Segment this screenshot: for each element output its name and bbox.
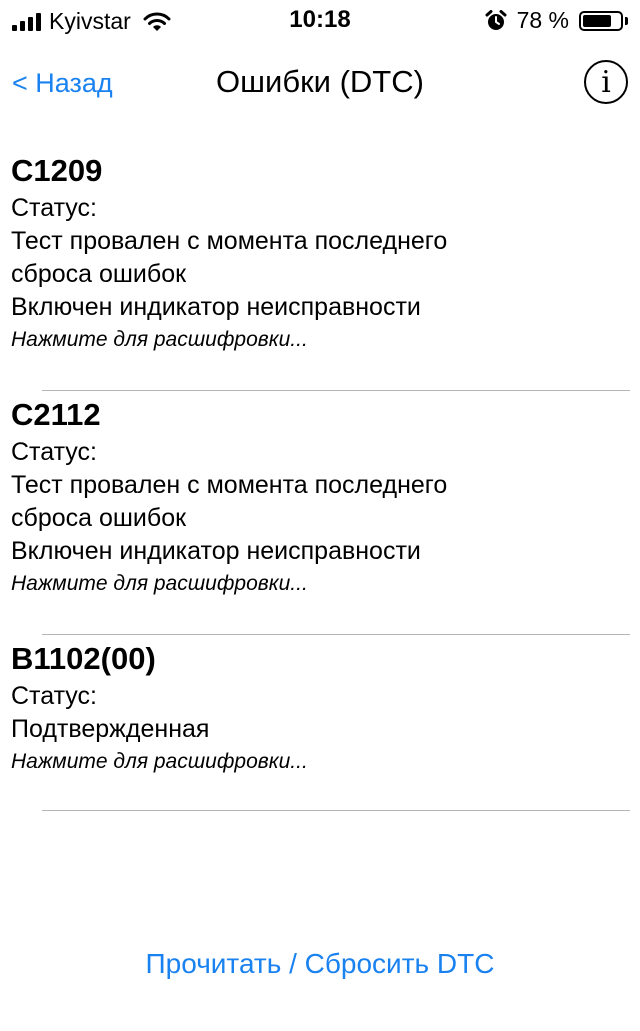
battery-icon bbox=[579, 10, 623, 31]
dtc-code: C1209 bbox=[11, 153, 103, 188]
dtc-item[interactable]: B1102(00) Статус: Подтвержденная Нажмите… bbox=[0, 638, 640, 811]
dtc-item[interactable]: C2112 Статус: Тест провален с момента по… bbox=[0, 394, 640, 635]
dtc-code: B1102(00) bbox=[11, 641, 156, 676]
dtc-status-line: Включен индикатор неисправности bbox=[11, 537, 421, 565]
dtc-status-label: Статус: bbox=[11, 682, 97, 710]
dtc-hint: Нажмите для расшифровки... bbox=[11, 750, 308, 773]
battery-cap bbox=[625, 16, 628, 25]
dtc-list: C1209 Статус: Тест провален с момента по… bbox=[0, 150, 640, 811]
dtc-status-line: Тест провален с момента последнего bbox=[11, 471, 448, 499]
dtc-status-line: сброса ошибок bbox=[11, 260, 187, 288]
page-title: Ошибки (DTC) bbox=[216, 64, 424, 99]
dtc-status-line: Подтвержденная bbox=[11, 715, 210, 743]
dtc-status-label: Статус: bbox=[11, 194, 97, 222]
navigation-bar: < Назад Ошибки (DTC) i bbox=[0, 46, 640, 126]
dtc-item[interactable]: C1209 Статус: Тест провален с момента по… bbox=[0, 150, 640, 391]
separator bbox=[42, 390, 630, 391]
separator bbox=[42, 634, 630, 635]
status-bar: Kyivstar 10:18 78 % bbox=[0, 0, 640, 40]
dtc-status-label: Статус: bbox=[11, 438, 97, 466]
dtc-status-line: Тест провален с момента последнего bbox=[11, 227, 448, 255]
dtc-hint: Нажмите для расшифровки... bbox=[11, 572, 308, 595]
dtc-code: C2112 bbox=[11, 397, 101, 432]
info-icon[interactable]: i bbox=[584, 60, 628, 104]
dtc-status-line: сброса ошибок bbox=[11, 504, 187, 532]
battery-fill bbox=[583, 14, 611, 27]
read-reset-dtc-button[interactable]: Прочитать / Сбросить DTC bbox=[0, 948, 640, 980]
separator bbox=[42, 810, 630, 811]
alarm-clock-icon bbox=[485, 9, 507, 30]
dtc-status-line: Включен индикатор неисправности bbox=[11, 293, 421, 321]
battery-percent: 78 % bbox=[516, 7, 569, 33]
status-right: 78 % bbox=[485, 7, 628, 34]
dtc-hint: Нажмите для расшифровки... bbox=[11, 328, 308, 351]
